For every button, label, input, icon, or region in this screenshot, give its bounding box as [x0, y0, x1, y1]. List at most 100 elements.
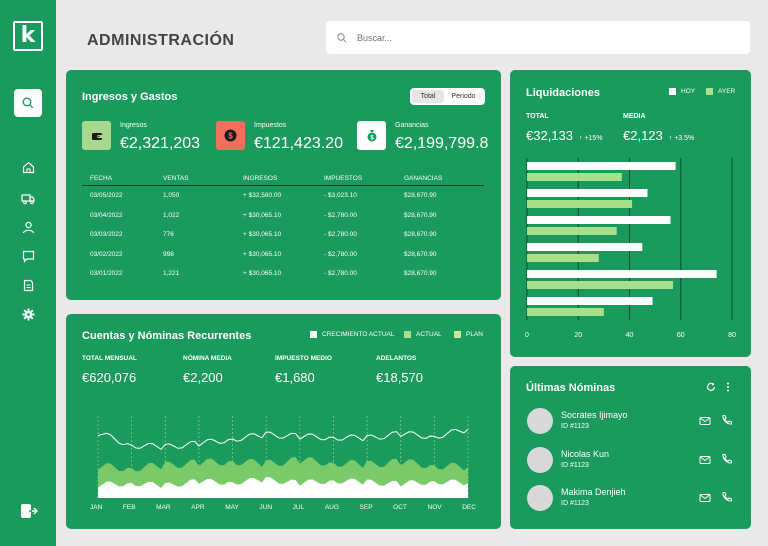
- table-row[interactable]: 03/01/2022 1,221 + $30,065.10 - $2,780.0…: [82, 264, 484, 284]
- list-item[interactable]: Makima Denjieh ID #1123: [527, 485, 737, 513]
- table-cell: - $2,780.00: [324, 250, 357, 258]
- table-cell: - $2,780.00: [324, 211, 357, 219]
- column-header[interactable]: INGRESOS: [243, 175, 324, 182]
- table-cell: $28,670.90: [404, 231, 437, 239]
- kpi-value: €620,076: [82, 370, 137, 385]
- table-header: FECHA VENTAS INGRESOS IMPUESTOS GANANCIA…: [82, 172, 484, 186]
- ultimas-nominas-card: Últimas Nóminas Socrates Ijimayo ID #112…: [510, 366, 751, 529]
- sidebar-item-users[interactable]: [20, 219, 36, 235]
- stat-label: Ingresos: [120, 122, 147, 129]
- month-label: OCT: [393, 504, 407, 511]
- column-header[interactable]: GANANCIAS: [404, 175, 484, 182]
- search-input[interactable]: [357, 32, 717, 43]
- search-bar[interactable]: [326, 21, 750, 54]
- table-cell: 776: [163, 231, 174, 239]
- bar-ayer: [527, 173, 622, 181]
- person-name: Socrates Ijimayo: [561, 410, 628, 420]
- svg-text:$: $: [228, 132, 233, 141]
- table-cell: 998: [163, 250, 174, 258]
- mail-icon[interactable]: [699, 492, 711, 504]
- bar-ayer: [527, 281, 674, 289]
- table-cell: 03/04/2022: [90, 211, 123, 219]
- document-icon: [23, 279, 33, 291]
- bar-hoy: [527, 297, 653, 305]
- x-tick-label: 20: [574, 332, 582, 339]
- table-row[interactable]: 03/04/2022 1,022 + $30,065.10 - $2,780.0…: [82, 206, 484, 226]
- list-item[interactable]: Socrates Ijimayo ID #1123: [527, 408, 737, 436]
- kpi-label: ADELANTOS: [376, 355, 417, 362]
- table-cell: $28,670.90: [404, 211, 437, 219]
- stat-icon-box: [82, 121, 111, 150]
- toggle-periodo-button[interactable]: Periodo: [444, 90, 483, 103]
- cuentas-area-chart: [97, 416, 469, 498]
- sidebar-item-settings[interactable]: [20, 306, 36, 322]
- card-title: Ingresos y Gastos: [82, 91, 178, 103]
- sidebar-search-button[interactable]: [14, 89, 42, 117]
- table-cell: $28,670.90: [404, 250, 437, 258]
- table-cell: - $2,780.00: [324, 231, 357, 239]
- kpi-label: TOTAL MENSUAL: [82, 355, 137, 362]
- sidebar-item-messages[interactable]: [20, 248, 36, 264]
- search-icon: [337, 32, 347, 43]
- stat-icon-box: $: [357, 121, 386, 150]
- mail-icon[interactable]: [699, 415, 711, 427]
- legend-swatch: [310, 331, 317, 338]
- wallet-icon: [91, 132, 102, 140]
- phone-icon[interactable]: [721, 414, 733, 426]
- legend-label: CRECIMIENTO ACTUAL: [322, 331, 395, 338]
- month-label: JAN: [90, 504, 103, 511]
- stat-label: Impuestos: [254, 122, 287, 129]
- column-header[interactable]: IMPUESTOS: [324, 175, 404, 182]
- refresh-icon[interactable]: [706, 382, 716, 392]
- month-label: FEB: [122, 504, 136, 511]
- table-cell: 03/05/2022: [90, 192, 123, 200]
- month-label: JUL: [292, 504, 305, 511]
- month-label: MAY: [225, 504, 239, 511]
- month-label: DEC: [462, 504, 476, 511]
- cuentas-nominas-card: Cuentas y Nóminas Recurrentes CRECIMIENT…: [66, 314, 501, 529]
- kpi-label: IMPUESTO MEDIO: [275, 355, 332, 362]
- column-header[interactable]: FECHA: [82, 175, 163, 182]
- column-header[interactable]: VENTAS: [163, 175, 243, 182]
- person-name: Makima Denjieh: [561, 487, 626, 497]
- bar-ayer: [527, 308, 604, 316]
- more-options-icon[interactable]: [726, 382, 730, 392]
- sidebar-item-home[interactable]: [20, 159, 36, 175]
- mail-icon[interactable]: [699, 454, 711, 466]
- logout-button[interactable]: [20, 502, 39, 520]
- stat-value: €2,321,203: [120, 135, 201, 152]
- avatar: [527, 408, 553, 434]
- bar-hoy: [527, 189, 648, 197]
- stat-icon-box: $: [216, 121, 245, 150]
- period-toggle: Total Periodo: [410, 88, 485, 105]
- month-label: JUN: [259, 504, 273, 511]
- legend-crecimiento: CRECIMIENTO ACTUAL: [310, 331, 394, 338]
- list-item[interactable]: Nicolas Kun ID #1123: [527, 447, 737, 475]
- stat-value: €121,423.20: [254, 135, 343, 152]
- table-cell: + $30,065.10: [243, 250, 282, 258]
- table-row[interactable]: 03/02/2022 998 + $30,065.10 - $2,780.00 …: [82, 245, 484, 265]
- sidebar-item-reports[interactable]: [20, 277, 36, 293]
- kpi-value: €18,570: [376, 370, 423, 385]
- month-axis: JAN FEB MAR APR MAY JUN JUL AUG SEP OCT …: [82, 504, 484, 511]
- chat-icon: [22, 250, 34, 263]
- month-label: MAR: [156, 504, 171, 511]
- table-row[interactable]: 03/05/2022 1,050 + $32,580.00 - $3,023.1…: [82, 186, 484, 206]
- toggle-total-button[interactable]: Total: [412, 90, 444, 103]
- table-row[interactable]: 03/03/2022 776 + $30,065.10 - $2,780.00 …: [82, 225, 484, 245]
- person-name: Nicolas Kun: [561, 449, 610, 459]
- truck-icon: [21, 193, 35, 204]
- bar-hoy: [527, 243, 643, 251]
- table-cell: - $3,023.10: [324, 192, 357, 200]
- page-title: ADMINISTRACIÓN: [87, 32, 235, 49]
- legend-actual: ACTUAL: [404, 331, 442, 338]
- brand-logo[interactable]: k: [13, 21, 43, 51]
- phone-icon[interactable]: [721, 491, 733, 503]
- phone-icon[interactable]: [721, 453, 733, 465]
- ingresos-gastos-card: Ingresos y Gastos Total Periodo Ingresos…: [66, 70, 501, 300]
- bar-ayer: [527, 200, 633, 208]
- bar-hoy: [527, 216, 671, 224]
- sidebar: k: [0, 0, 56, 546]
- sidebar-item-shipping[interactable]: [20, 190, 36, 206]
- person-id: ID #1123: [561, 462, 589, 469]
